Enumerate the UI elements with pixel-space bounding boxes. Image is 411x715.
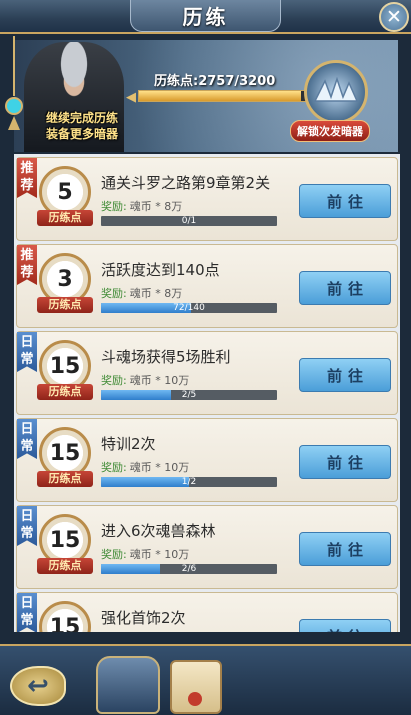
page-title: 历练: [130, 0, 281, 32]
task-title: 特训2次: [101, 435, 156, 453]
hidden-weapon-icon: [313, 77, 359, 102]
reward-row: 奖励: 魂币 * 10万: [101, 546, 189, 562]
training-points-label: 历练点:2757/3200: [154, 74, 276, 89]
task-card: 日常 15 历练点 斗魂场获得5场胜利 奖励: 魂币 * 10万 2/5 前往: [16, 331, 398, 415]
task-card: 日常 15 历练点 特训2次 奖励: 魂币 * 10万 1/2 前往: [16, 418, 398, 502]
close-button[interactable]: ✕: [379, 2, 409, 32]
hidden-weapon-reward[interactable]: [304, 60, 368, 124]
go-button[interactable]: 前往: [299, 532, 391, 566]
reward-label: 奖励:: [101, 200, 127, 213]
task-progress-text: 2/5: [181, 390, 197, 400]
go-button[interactable]: 前往: [299, 445, 391, 479]
task-progress-bar: 2/5: [101, 390, 277, 400]
task-tag: 日常: [17, 506, 37, 546]
task-title: 活跃度达到140点: [101, 261, 220, 279]
training-points-bar-fill: [139, 91, 301, 101]
task-card: 日常 15 历练点 进入6次魂兽森林 奖励: 魂币 * 10万 2/6 前往: [16, 505, 398, 589]
task-progress-text: 2/6: [181, 564, 197, 574]
go-button[interactable]: 前往: [299, 184, 391, 218]
banner: 继续完成历练 装备更多暗器 历练点:2757/3200 ◀ 解锁次发暗器: [14, 40, 398, 152]
side-ornament-icon: [5, 36, 23, 130]
task-progress-text: 0/1: [181, 216, 197, 226]
task-tag: 日常: [17, 593, 37, 632]
arrow-left-icon: ◀: [126, 90, 136, 105]
task-title: 斗魂场获得5场胜利: [101, 348, 231, 366]
reward-row: 奖励: 魂币 * 10万: [101, 372, 189, 388]
task-card: 推荐 3 历练点 活跃度达到140点 奖励: 魂币 * 8万 72/140 前往: [16, 244, 398, 328]
banner-caption-line2: 装备更多暗器: [45, 127, 118, 141]
title-bar: 历练 ✕: [0, 0, 411, 34]
points-unit-label: 历练点: [37, 558, 93, 574]
go-button[interactable]: 前往: [299, 271, 391, 305]
points-unit-label: 历练点: [37, 297, 93, 313]
task-progress-bar: 0/1: [101, 216, 277, 226]
reward-value: 魂币 * 8万: [129, 287, 183, 300]
reward-label: 奖励:: [101, 548, 127, 561]
reward-value: 魂币 * 10万: [129, 374, 190, 387]
reward-value: 魂币 * 10万: [129, 548, 190, 561]
scroll-icon[interactable]: [170, 660, 222, 714]
task-progress-text: 1/2: [181, 477, 197, 487]
banner-caption-line1: 继续完成历练: [45, 111, 118, 125]
task-tag: 日常: [17, 419, 37, 459]
armor-icon[interactable]: [96, 656, 160, 714]
reward-row: 奖励: 魂币 * 8万: [101, 198, 182, 214]
task-list[interactable]: 推荐 5 历练点 通关斗罗之路第9章第2关 奖励: 魂币 * 8万 0/1 前往 推荐 3 历练点活…: [14, 154, 400, 632]
reward-value: 魂币 * 8万: [129, 200, 183, 213]
reward-row: 奖励: 魂币 * 10万: [101, 459, 189, 475]
reward-label: 奖励:: [101, 374, 127, 387]
task-progress-bar: 72/140: [101, 303, 277, 313]
go-button[interactable]: 前往: [299, 358, 391, 392]
training-points-bar: [138, 90, 328, 102]
points-medal: 15: [39, 601, 91, 632]
back-button[interactable]: ↩: [10, 666, 66, 706]
points-unit-label: 历练点: [37, 210, 93, 226]
task-card: 日常15历练点强化首饰2次奖励:魂币 * 10万前往: [16, 592, 398, 632]
task-tag: 日常: [17, 332, 37, 372]
reward-label: 奖励:: [101, 287, 127, 300]
task-title: 通关斗罗之路第9章第2关: [101, 174, 271, 192]
task-progress-text: 72/140: [173, 303, 205, 313]
task-tag: 推荐: [17, 158, 37, 198]
points-unit-label: 历练点: [37, 471, 93, 487]
reward-value: 魂币 * 10万: [129, 461, 190, 474]
task-progress-bar: 2/6: [101, 564, 277, 574]
task-title: 进入6次魂兽森林: [101, 522, 216, 540]
reward-row: 奖励: 魂币 * 8万: [101, 285, 182, 301]
reward-label: 奖励:: [101, 461, 127, 474]
go-button[interactable]: 前往: [299, 619, 391, 632]
task-title: 强化首饰2次: [101, 609, 186, 627]
banner-caption: 继续完成历练 装备更多暗器: [22, 110, 142, 142]
points-unit-label: 历练点: [37, 384, 93, 400]
task-card: 推荐 5 历练点 通关斗罗之路第9章第2关 奖励: 魂币 * 8万 0/1 前往: [16, 157, 398, 241]
unlock-weapon-button[interactable]: 解锁次发暗器: [290, 120, 370, 142]
task-tag: 推荐: [17, 245, 37, 285]
bottom-bar: ↩: [0, 644, 411, 715]
task-progress-bar: 1/2: [101, 477, 277, 487]
